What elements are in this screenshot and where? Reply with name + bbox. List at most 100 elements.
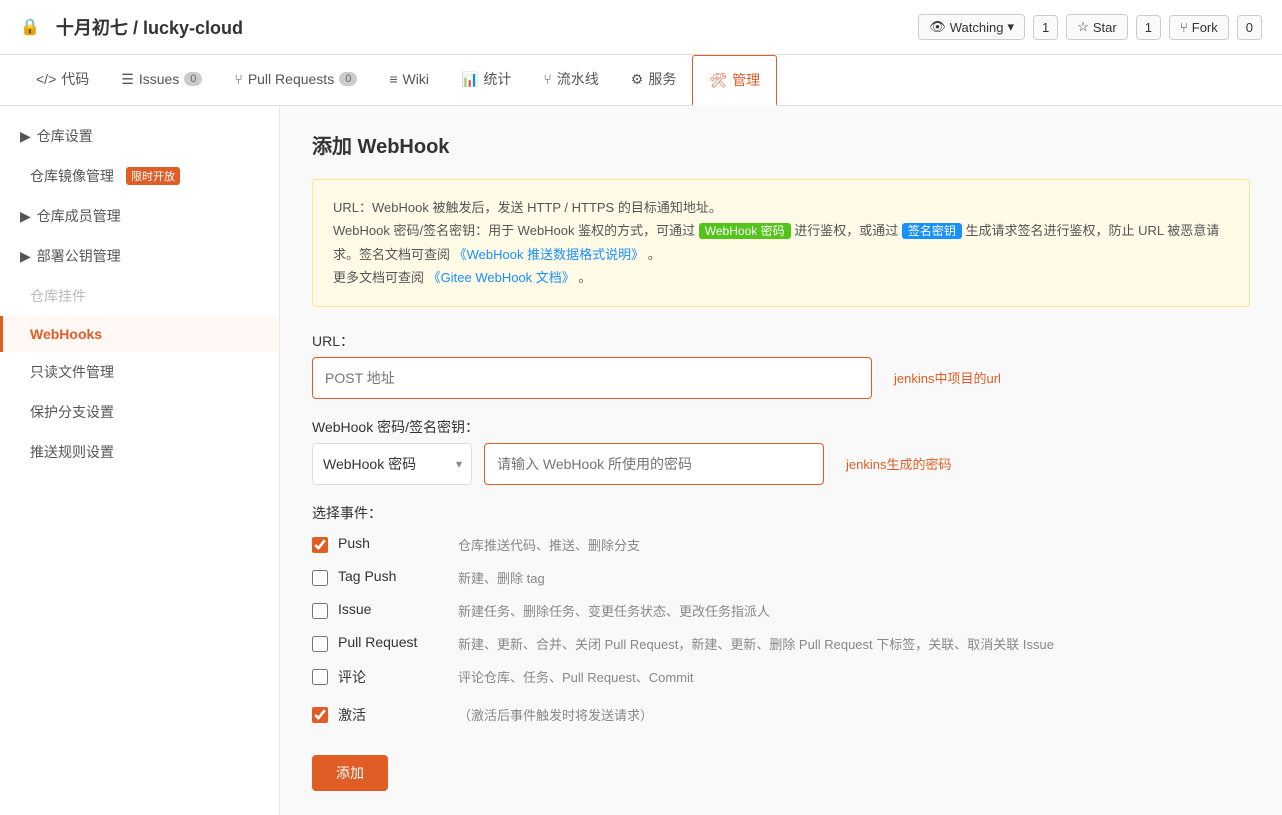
- nav-item-code[interactable]: </> 代码: [20, 55, 105, 105]
- fork-button[interactable]: ⑂ Fork: [1169, 15, 1229, 40]
- layout: ▶ 仓库设置 仓库镜像管理 限时开放 ▶ 仓库成员管理 ▶ 部署公钥管理 仓库挂…: [0, 106, 1282, 815]
- webhook-type-wrapper: WebHook 密码 签名密钥: [312, 443, 472, 485]
- star-button[interactable]: ☆ Star: [1066, 14, 1128, 40]
- sidebar-deploy-label: 部署公钥管理: [37, 246, 121, 266]
- org-link[interactable]: 十月初七: [56, 18, 128, 38]
- header-title: 十月初七 / lucky-cloud: [56, 14, 243, 40]
- active-checkbox[interactable]: [312, 707, 328, 723]
- tag-push-label: Tag Push: [338, 568, 438, 584]
- code-icon: </>: [36, 71, 56, 87]
- secret-group: WebHook 密码/签名密钥： WebHook 密码 签名密钥 jenkins…: [312, 417, 1250, 485]
- fork-count[interactable]: 0: [1237, 15, 1262, 40]
- sidebar-webhooks-label: WebHooks: [30, 326, 102, 342]
- pull-request-desc: 新建、更新、合并、关闭 Pull Request，新建、更新、删除 Pull R…: [458, 634, 1054, 653]
- sidebar-mirror-label: 仓库镜像管理: [30, 166, 114, 186]
- sidebar-branch-label: 保护分支设置: [30, 402, 114, 422]
- url-label: URL：: [312, 331, 1250, 351]
- wiki-icon: ≡: [389, 71, 397, 87]
- nav-item-issues[interactable]: ☰ Issues 0: [105, 55, 218, 105]
- nav-item-pipeline[interactable]: ⑂ 流水线: [527, 55, 614, 105]
- issue-checkbox[interactable]: [312, 603, 328, 619]
- star-label: Star: [1093, 20, 1117, 35]
- comment-desc: 评论仓库、任务、Pull Request、Commit: [458, 667, 694, 686]
- secret-row: WebHook 密码 签名密钥 jenkins生成的密码: [312, 443, 1250, 485]
- format-doc-link[interactable]: 《WebHook 推送数据格式说明》: [454, 247, 644, 262]
- page-title: 添加 WebHook: [312, 130, 1250, 159]
- active-label: 激活: [338, 705, 438, 725]
- sidebar-item-repo-plugin[interactable]: 仓库挂件: [0, 276, 279, 316]
- secret-label: WebHook 密码/签名密钥：: [312, 417, 1250, 437]
- password-input[interactable]: [484, 443, 824, 485]
- star-icon: ☆: [1077, 19, 1089, 35]
- nav-item-wiki[interactable]: ≡ Wiki: [373, 55, 445, 105]
- nav-item-manage[interactable]: 🛠 管理: [692, 55, 777, 106]
- lock-icon: 🔒: [20, 17, 40, 37]
- sidebar-push-label: 推送规则设置: [30, 442, 114, 462]
- limited-badge: 限时开放: [126, 167, 180, 185]
- services-icon: ⚙: [631, 71, 644, 88]
- webhook-password-tag: WebHook 密码: [699, 223, 791, 239]
- arrow-icon: ▶: [20, 128, 31, 145]
- url-input[interactable]: [312, 357, 872, 399]
- push-checkbox[interactable]: [312, 537, 328, 553]
- sidebar: ▶ 仓库设置 仓库镜像管理 限时开放 ▶ 仓库成员管理 ▶ 部署公钥管理 仓库挂…: [0, 106, 280, 815]
- issue-label: Issue: [338, 601, 438, 617]
- active-desc: （激活后事件触发时将发送请求）: [458, 705, 653, 724]
- pr-badge: 0: [339, 72, 357, 86]
- url-row: jenkins中项目的url: [312, 357, 1250, 399]
- watch-button[interactable]: 👁 Watching ▾: [918, 14, 1025, 40]
- gitee-webhook-doc-link[interactable]: 《Gitee WebHook 文档》: [428, 270, 575, 285]
- nav-item-stats[interactable]: 📊 统计: [445, 55, 527, 105]
- repo-link[interactable]: lucky-cloud: [143, 18, 243, 38]
- sidebar-label: 仓库设置: [37, 126, 93, 146]
- info-line1: URL：WebHook 被触发后，发送 HTTP / HTTPS 的目标通知地址…: [333, 196, 1229, 219]
- submit-section: 添加: [312, 745, 1250, 791]
- sidebar-item-member-manage[interactable]: ▶ 仓库成员管理: [0, 196, 279, 236]
- sidebar-item-repo-settings[interactable]: ▶ 仓库设置: [0, 116, 279, 156]
- events-label: 选择事件：: [312, 503, 1250, 523]
- nav-item-pullrequests[interactable]: ⑂ Pull Requests 0: [218, 55, 373, 105]
- pull-request-checkbox[interactable]: [312, 636, 328, 652]
- add-button[interactable]: 添加: [312, 755, 388, 791]
- event-row-push: Push 仓库推送代码、推送、删除分支: [312, 535, 1250, 554]
- event-row-issue: Issue 新建任务、删除任务、变更任务状态、更改任务指派人: [312, 601, 1250, 620]
- event-row-tag-push: Tag Push 新建、删除 tag: [312, 568, 1250, 587]
- nav-item-services[interactable]: ⚙ 服务: [615, 55, 693, 105]
- active-row: 激活 （激活后事件触发时将发送请求）: [312, 705, 1250, 725]
- fork-label: Fork: [1192, 20, 1218, 35]
- sidebar-item-webhooks[interactable]: WebHooks: [0, 316, 279, 352]
- watch-label: Watching: [950, 20, 1004, 35]
- issues-badge: 0: [184, 72, 202, 86]
- tag-push-checkbox[interactable]: [312, 570, 328, 586]
- fork-icon: ⑂: [1180, 20, 1188, 35]
- sidebar-readonly-label: 只读文件管理: [30, 362, 114, 382]
- manage-icon: 🛠: [709, 72, 727, 89]
- sidebar-item-deploy-key[interactable]: ▶ 部署公钥管理: [0, 236, 279, 276]
- push-label: Push: [338, 535, 438, 551]
- header: 🔒 十月初七 / lucky-cloud 👁 Watching ▾ 1 ☆ St…: [0, 0, 1282, 55]
- event-row-comment: 评论 评论仓库、任务、Pull Request、Commit: [312, 667, 1250, 687]
- password-hint: jenkins生成的密码: [846, 454, 951, 473]
- info-box: URL：WebHook 被触发后，发送 HTTP / HTTPS 的目标通知地址…: [312, 179, 1250, 307]
- info-line2: WebHook 密码/签名密钥：用于 WebHook 鉴权的方式，可通过 Web…: [333, 219, 1229, 266]
- arrow-icon-deploy: ▶: [20, 248, 31, 265]
- tag-push-desc: 新建、删除 tag: [458, 568, 545, 587]
- pull-request-label: Pull Request: [338, 634, 438, 650]
- header-actions: 👁 Watching ▾ 1 ☆ Star 1 ⑂ Fork 0: [918, 14, 1262, 40]
- eye-icon: 👁: [929, 19, 946, 35]
- webhook-type-select[interactable]: WebHook 密码 签名密钥: [312, 443, 472, 485]
- star-count[interactable]: 1: [1136, 15, 1161, 40]
- url-group: URL： jenkins中项目的url: [312, 331, 1250, 399]
- arrow-icon-member: ▶: [20, 208, 31, 225]
- comment-checkbox[interactable]: [312, 669, 328, 685]
- watch-count[interactable]: 1: [1033, 15, 1058, 40]
- push-desc: 仓库推送代码、推送、删除分支: [458, 535, 640, 554]
- sidebar-item-mirror-manage[interactable]: 仓库镜像管理 限时开放: [0, 156, 279, 196]
- stats-icon: 📊: [461, 71, 478, 88]
- sidebar-item-branch-protect[interactable]: 保护分支设置: [0, 392, 279, 432]
- sidebar-item-push-rules[interactable]: 推送规则设置: [0, 432, 279, 472]
- pipeline-icon: ⑂: [543, 71, 551, 87]
- chevron-down-icon: ▾: [1007, 19, 1014, 35]
- sidebar-item-readonly-files[interactable]: 只读文件管理: [0, 352, 279, 392]
- sidebar-plugin-label: 仓库挂件: [30, 286, 86, 306]
